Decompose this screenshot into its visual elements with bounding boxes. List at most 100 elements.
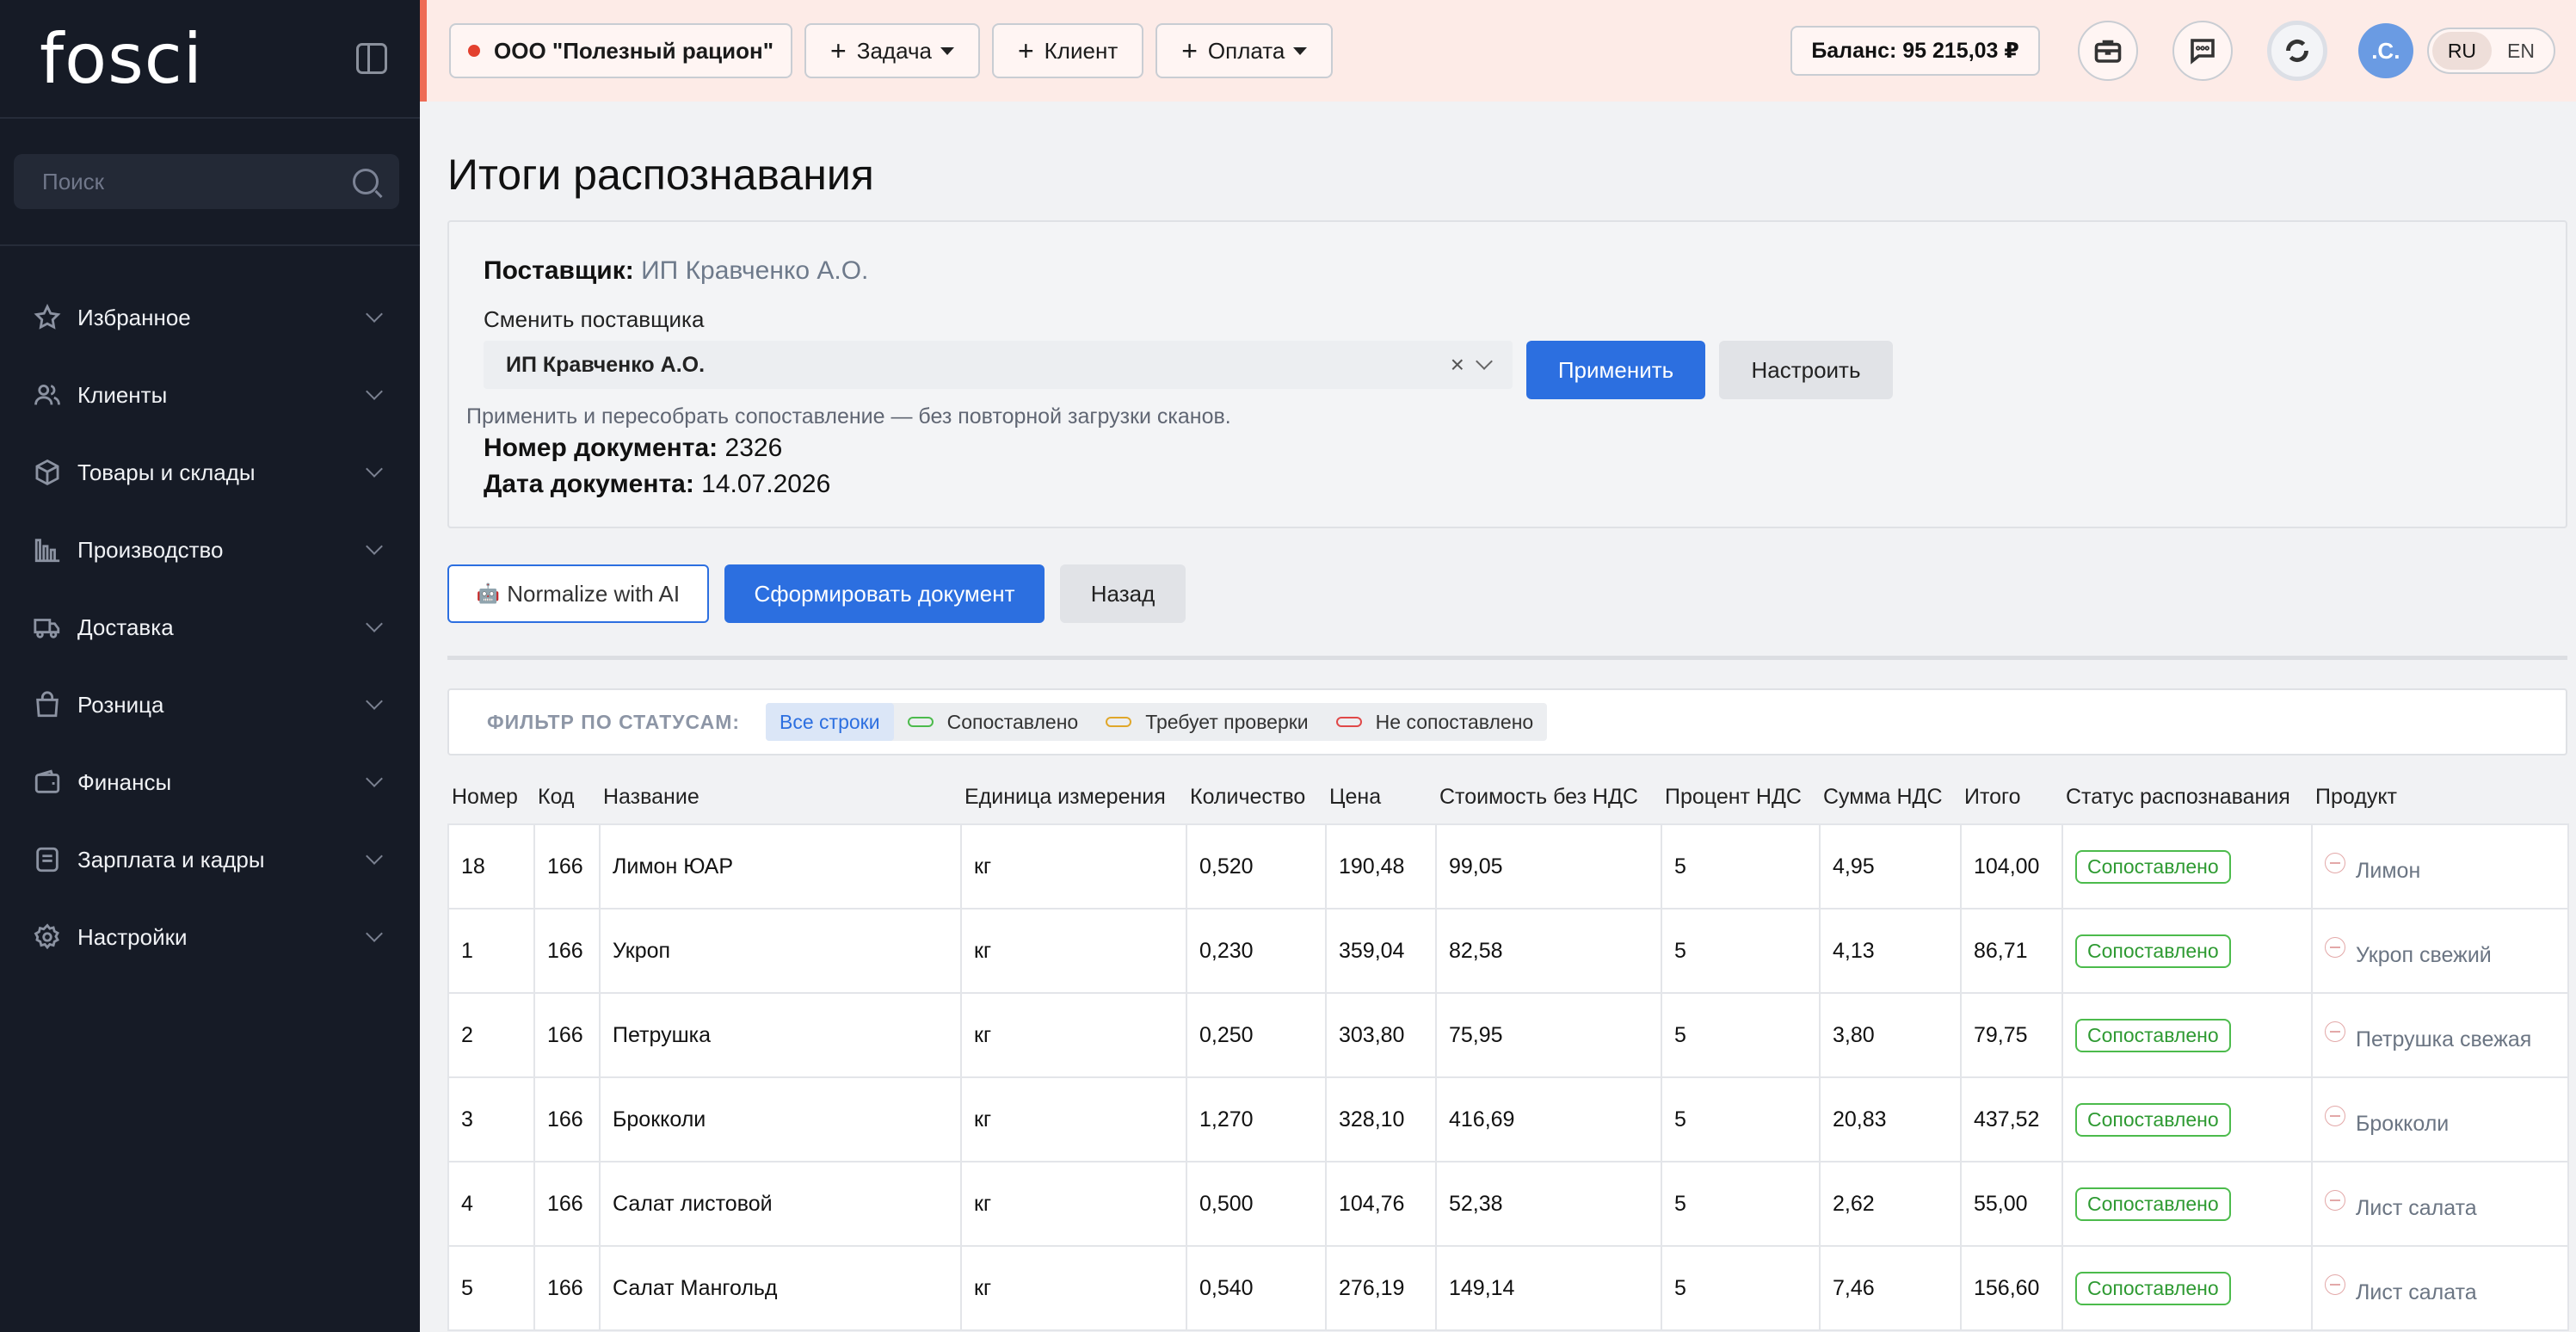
briefcase-button[interactable] — [2077, 21, 2138, 81]
payment-label: Оплата — [1207, 37, 1285, 64]
col-header[interactable]: Стоимость без НДС — [1436, 771, 1661, 824]
table-row[interactable]: 2 166 Петрушка кг 0,250 303,80 75,95 5 3,80 79,75… — [447, 992, 2569, 1078]
col-header[interactable]: Процент НДС — [1661, 771, 1820, 824]
table-row[interactable]: 18 166 Лимон ЮАР кг 0,520 190,48 99,05 5 4,95 104… — [447, 823, 2569, 910]
minus-circle-icon[interactable] — [2325, 1274, 2345, 1295]
table-cell[interactable]: Брокколи — [2311, 1076, 2569, 1162]
table-cell[interactable]: Лист салата — [2311, 1245, 2569, 1331]
col-header[interactable]: Продукт — [2312, 771, 2568, 824]
sidebar-item-production[interactable]: Производство — [0, 511, 420, 589]
table-row[interactable]: 1 166 Укроп кг 0,230 359,04 82,58 5 4,13 86,71 Соп… — [447, 908, 2569, 994]
col-header[interactable]: Единица измерения — [961, 771, 1186, 824]
sidebar-item-settings[interactable]: Настройки — [0, 898, 420, 976]
minus-circle-icon[interactable] — [2325, 853, 2345, 873]
org-selector-button[interactable]: ООО "Полезный рацион" — [449, 23, 793, 78]
sidebar-item-label: Клиенты — [77, 381, 168, 408]
balance-badge[interactable]: Баланс: 95 215,03 ₽ — [1790, 26, 2040, 76]
normalize-ai-button[interactable]: 🤖 Normalize with AI — [447, 564, 709, 623]
filter-review[interactable]: Требует проверки — [1092, 703, 1322, 741]
filter-all[interactable]: Все строки — [766, 703, 894, 741]
table-cell: 0,230 — [1186, 908, 1327, 994]
table-cell: 55,00 — [1960, 1161, 2063, 1247]
sidebar-item-delivery[interactable]: Доставка — [0, 589, 420, 666]
task-button[interactable]: + Задача — [804, 23, 980, 78]
sidebar-item-finance[interactable]: Финансы — [0, 743, 420, 821]
sync-icon — [2285, 39, 2308, 63]
col-header[interactable]: Итого — [1961, 771, 2062, 824]
logo[interactable]: fosci — [40, 19, 203, 99]
sidebar-toggle-icon[interactable] — [356, 43, 387, 74]
table-cell: 359,04 — [1325, 908, 1437, 994]
yellow-pill-icon — [1106, 717, 1132, 727]
form-document-button[interactable]: Сформировать документ — [724, 564, 1045, 623]
change-supplier-label: Сменить поставщика — [484, 306, 705, 332]
product-link[interactable]: Петрушка свежая — [2325, 1021, 2555, 1052]
table-cell: 166 — [533, 992, 601, 1078]
col-header[interactable]: Номер — [448, 771, 534, 824]
product-name: Петрушка свежая — [2356, 1027, 2532, 1051]
normalize-ai-label: Normalize with AI — [507, 580, 681, 607]
sidebar-item-retail[interactable]: Розница — [0, 666, 420, 743]
table-cell[interactable]: Петрушка свежая — [2311, 992, 2569, 1078]
supplier-select[interactable]: ИП Кравченко А.О. × — [484, 341, 1513, 389]
search-area — [0, 119, 420, 246]
sync-button[interactable] — [2266, 21, 2327, 81]
product-link[interactable]: Лист салата — [2325, 1190, 2555, 1221]
minus-circle-icon[interactable] — [2325, 1021, 2345, 1042]
sidebar-item-goods[interactable]: Товары и склады — [0, 434, 420, 511]
product-link[interactable]: Лист салата — [2325, 1274, 2555, 1305]
table-cell[interactable]: Лимон — [2311, 823, 2569, 910]
table-row[interactable]: 3 166 Брокколи кг 1,270 328,10 416,69 5 20,83 437… — [447, 1076, 2569, 1162]
red-pill-icon — [1335, 717, 1362, 727]
back-button[interactable]: Назад — [1060, 564, 1186, 623]
setup-button[interactable]: Настроить — [1719, 341, 1893, 399]
table-row[interactable]: 5 166 Салат Мангольд кг 0,540 276,19 149,14 5 7,… — [447, 1245, 2569, 1331]
client-button[interactable]: + Клиент — [991, 23, 1144, 78]
clear-icon[interactable]: × — [1451, 351, 1464, 379]
table-cell: 3,80 — [1819, 992, 1962, 1078]
status-badge: Сопоставлено — [2075, 849, 2231, 884]
table-cell[interactable]: Лист салата — [2311, 1161, 2569, 1247]
plus-icon: + — [830, 34, 847, 66]
table-cell: Сопоставлено — [2061, 1161, 2313, 1247]
search-icon[interactable] — [353, 169, 379, 194]
product-link[interactable]: Брокколи — [2325, 1106, 2555, 1137]
filter-matched[interactable]: Сопоставлено — [894, 703, 1093, 741]
minus-circle-icon[interactable] — [2325, 937, 2345, 958]
chevron-down-icon[interactable] — [1476, 353, 1493, 370]
chevron-down-icon — [366, 460, 383, 478]
apply-button[interactable]: Применить — [1526, 341, 1705, 399]
col-header[interactable]: Количество — [1186, 771, 1326, 824]
col-header[interactable]: Название — [600, 771, 961, 824]
sidebar-item-clients[interactable]: Клиенты — [0, 356, 420, 434]
sidebar-item-payroll[interactable]: Зарплата и кадры — [0, 821, 420, 898]
document-date: Дата документа: 14.07.2026 — [484, 470, 830, 499]
filter-review-label: Требует проверки — [1145, 710, 1309, 733]
sidebar-item-label: Избранное — [77, 304, 191, 330]
col-header[interactable]: Код — [534, 771, 600, 824]
table-cell: 0,540 — [1186, 1245, 1327, 1331]
table-cell[interactable]: Укроп свежий — [2311, 908, 2569, 994]
chat-button[interactable] — [2172, 21, 2233, 81]
sidebar-item-label: Финансы — [77, 768, 172, 795]
product-link[interactable]: Лимон — [2325, 853, 2555, 884]
search-input[interactable] — [42, 168, 335, 195]
sidebar-item-favorites[interactable]: Избранное — [0, 279, 420, 356]
table-body: 18 166 Лимон ЮАР кг 0,520 190,48 99,05 5 4,95 104… — [447, 823, 2569, 1331]
product-link[interactable]: Укроп свежий — [2325, 937, 2555, 968]
sidebar-item-label: Зарплата и кадры — [77, 846, 265, 873]
col-header[interactable]: Сумма НДС — [1820, 771, 1961, 824]
minus-circle-icon[interactable] — [2325, 1106, 2345, 1126]
filter-unmatched[interactable]: Не сопоставлено — [1322, 703, 1548, 741]
minus-circle-icon[interactable] — [2325, 1190, 2345, 1211]
col-header[interactable]: Статус распознавания — [2062, 771, 2312, 824]
payment-button[interactable]: + Оплата — [1156, 23, 1334, 78]
col-header[interactable]: Цена — [1326, 771, 1436, 824]
table-cell: Лимон ЮАР — [599, 823, 962, 910]
table-cell: 276,19 — [1325, 1245, 1437, 1331]
avatar[interactable]: .C. — [2357, 23, 2413, 78]
lang-ru[interactable]: RU — [2431, 32, 2493, 70]
lang-en[interactable]: EN — [2492, 32, 2550, 70]
table-cell: 166 — [533, 1076, 601, 1162]
table-row[interactable]: 4 166 Салат листовой кг 0,500 104,76 52,38 5 2,6… — [447, 1161, 2569, 1247]
